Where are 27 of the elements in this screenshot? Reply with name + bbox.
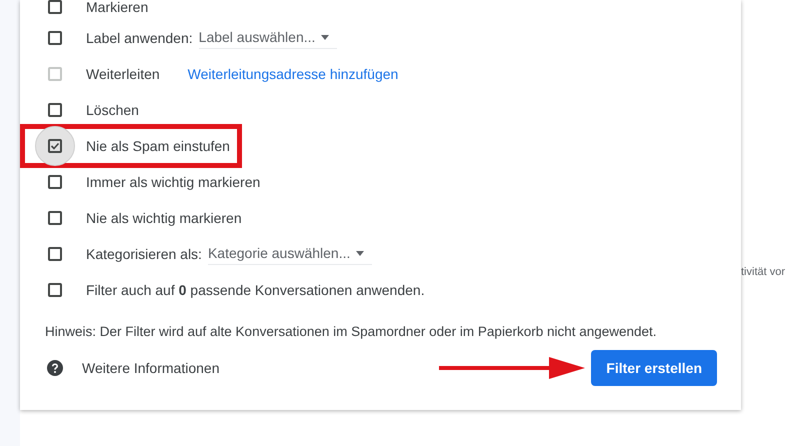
- option-label: Nie als Spam einstufen: [86, 136, 230, 156]
- option-label: Weiterleiten: [86, 64, 160, 84]
- checkbox[interactable]: [48, 175, 62, 189]
- option-label: Löschen: [86, 100, 139, 120]
- option-label: Filter auch auf 0 passende Konversationen anwenden.: [86, 280, 425, 300]
- checkbox[interactable]: [48, 211, 62, 225]
- create-filter-button[interactable]: Filter erstellen: [591, 350, 717, 386]
- checkmark-icon: [50, 141, 60, 151]
- note-text: Hinweis: Der Filter wird auf alte Konversationen im Spamordner oder im Papierkorb nicht angewendet.: [45, 323, 658, 341]
- checkbox[interactable]: [48, 247, 62, 261]
- option-label: Label anwenden:: [86, 28, 193, 48]
- background-text: tivität vor: [741, 265, 786, 280]
- help-link[interactable]: Weitere Informationen: [82, 358, 220, 379]
- select-dropdown[interactable]: Kategorie auswählen...: [208, 243, 372, 265]
- option-label: Nie als wichtig markieren: [86, 208, 242, 228]
- checkbox[interactable]: [48, 283, 62, 297]
- select-dropdown[interactable]: Label auswählen...: [198, 27, 338, 49]
- caret-icon: [356, 251, 364, 256]
- option-label: Markieren: [86, 0, 148, 16]
- checkbox[interactable]: [48, 103, 62, 117]
- checkbox[interactable]: [48, 139, 62, 153]
- help-icon: [47, 360, 63, 376]
- option-label: Kategorisieren als:: [86, 244, 202, 264]
- checkbox[interactable]: [48, 31, 62, 45]
- option-label: Immer als wichtig markieren: [86, 172, 260, 192]
- checkbox[interactable]: [48, 0, 62, 14]
- caret-icon: [321, 35, 330, 40]
